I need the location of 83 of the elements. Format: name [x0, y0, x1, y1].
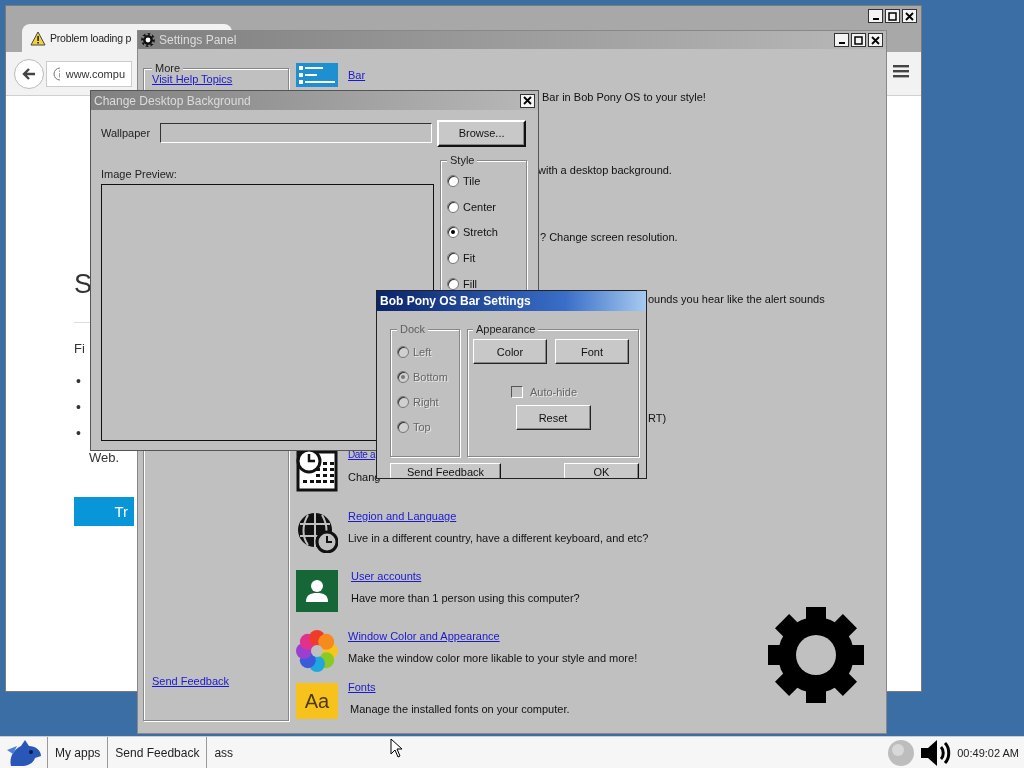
minimize-icon — [838, 42, 845, 44]
maximize-icon — [888, 11, 897, 21]
close-button[interactable] — [902, 9, 917, 23]
back-arrow-icon — [22, 66, 36, 81]
maximize-icon — [854, 35, 863, 45]
item-description: Live in a different country, have a different keyboard, and etc? — [348, 531, 649, 546]
bullet: • — [76, 424, 81, 442]
info-icon — [53, 66, 60, 81]
calendar-clock-icon — [296, 448, 338, 492]
item-description: Have more than 1 person using this computer? — [351, 591, 580, 606]
maximize-button[interactable] — [885, 9, 900, 23]
radio-label: Top — [413, 420, 431, 433]
maximize-button[interactable] — [851, 33, 866, 47]
appearance-button[interactable]: Font — [555, 339, 629, 364]
radio-label: Right — [413, 395, 439, 408]
item-link[interactable]: Fonts — [348, 679, 376, 695]
browse-button[interactable]: Browse... — [437, 119, 527, 147]
warning-icon — [30, 30, 46, 46]
user-icon — [296, 570, 338, 612]
address-field[interactable]: www.compu — [46, 60, 132, 87]
fonts-icon: Aa — [296, 683, 338, 719]
menu-icon — [893, 64, 909, 78]
page-heading: S — [74, 268, 92, 301]
radio-label: Tile — [463, 174, 481, 187]
item-link[interactable]: Bar — [348, 67, 366, 83]
gear-icon — [768, 607, 864, 703]
window-title: Bob Pony OS Bar Settings — [380, 294, 532, 308]
radio-label: Stretch — [463, 226, 498, 239]
field-label: Image Preview: — [101, 168, 178, 180]
window-title: Change Desktop Background — [94, 93, 252, 108]
radio-label: Bottom — [413, 370, 448, 383]
clock: 00:49:02 AM — [957, 746, 1019, 759]
minimize-button[interactable] — [868, 9, 883, 23]
checkbox-label: Auto-hide — [529, 386, 578, 398]
sidebar-link[interactable]: Send Feedback — [152, 675, 280, 687]
tab-title: Problem loading p — [50, 32, 132, 44]
menu-icon — [296, 63, 338, 87]
page-text: Web. — [89, 451, 120, 465]
item-link[interactable]: Window Color and Appearance — [348, 628, 500, 644]
item-description: with a desktop background. — [538, 163, 672, 178]
item-description: Make the window color more likable to your style and more! — [348, 651, 638, 666]
wallpaper-field[interactable] — [160, 123, 433, 143]
item-description: ? Change screen resolution. — [540, 230, 678, 245]
reset-button[interactable]: Reset — [515, 405, 591, 430]
item-description: Manage the installed fonts on your computer. — [350, 702, 570, 717]
minimize-button[interactable] — [834, 33, 849, 47]
item-description: RT) — [648, 411, 667, 426]
taskbar-item[interactable]: ass — [206, 737, 241, 768]
item-link[interactable]: User accounts — [351, 568, 422, 584]
close-icon — [523, 96, 532, 105]
group-label: Dock — [397, 323, 429, 335]
footer-button[interactable]: Send Feedback — [390, 463, 501, 478]
radio-button[interactable] — [447, 251, 459, 264]
group-label: Style — [447, 154, 478, 166]
radio-button[interactable] — [447, 226, 459, 239]
bullet: • — [76, 398, 81, 416]
radio-label: Center — [463, 200, 497, 213]
item-description: ounds you hear like the alert sounds — [648, 292, 825, 307]
group-label: Appearance — [473, 323, 539, 335]
minimize-icon — [872, 18, 879, 20]
flower-icon — [296, 629, 338, 673]
address-text: www.compu — [65, 67, 125, 80]
page-text: Fi — [74, 341, 85, 356]
taskbar-item[interactable]: Send Feedback — [107, 737, 207, 768]
appearance-button[interactable]: Color — [473, 339, 547, 364]
item-link[interactable]: Region and Language — [348, 508, 457, 524]
back-button[interactable] — [14, 58, 44, 89]
sidebar-link[interactable]: Visit Help Topics — [152, 73, 280, 85]
close-icon — [871, 35, 880, 45]
bullet: • — [76, 372, 81, 390]
footer-button[interactable]: OK — [564, 463, 639, 478]
field-label: Wallpaper — [101, 127, 151, 139]
item-description: Bar in Bob Pony OS to your style! — [542, 90, 706, 105]
radio-label: Left — [413, 345, 432, 358]
radio-label: Fit — [463, 251, 476, 264]
close-button[interactable] — [520, 93, 535, 108]
gear-icon — [141, 33, 155, 47]
radio-label: Fill — [463, 277, 478, 290]
taskbar-item[interactable]: My apps — [47, 737, 108, 768]
globe-clock-icon — [296, 511, 338, 553]
close-button[interactable] — [868, 33, 883, 47]
close-icon — [905, 11, 914, 21]
group-label: More — [152, 62, 184, 74]
